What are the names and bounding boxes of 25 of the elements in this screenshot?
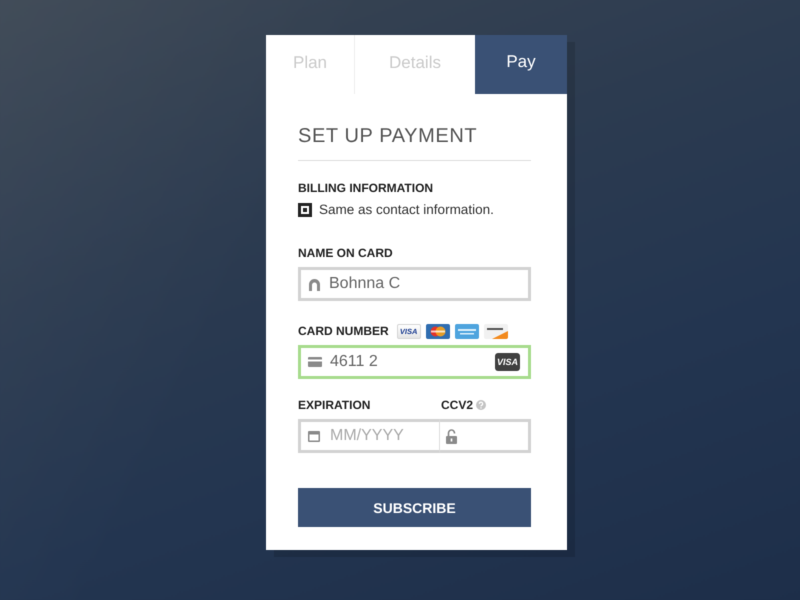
card-type-badge: VISA: [495, 353, 520, 371]
name-value: Bohnna C: [329, 275, 400, 293]
billing-label: BILLING INFORMATION: [298, 180, 434, 196]
card-number-input-field[interactable]: 4611 2 VISA: [298, 345, 531, 379]
ccv-label: CCV2: [441, 397, 474, 413]
name-input-field[interactable]: Bohnna C: [298, 267, 531, 301]
card-number-label: CARD NUMBER: [298, 323, 389, 339]
padlock-icon: [446, 428, 457, 444]
card-logo-icon: [454, 324, 479, 338]
calendar-icon: [308, 430, 320, 442]
name-label: NAME ON CARD: [298, 245, 394, 261]
step-tab[interactable]: Pay: [475, 35, 567, 94]
checkbox-label: Same as contact information.: [319, 202, 494, 217]
expiration-placeholder: MM/YYYY: [330, 427, 404, 445]
ccv-input-field[interactable]: [440, 419, 531, 453]
user-icon: [308, 278, 321, 290]
checkbox[interactable]: [298, 202, 312, 216]
subscribe-button[interactable]: SUBSCRIBE: [298, 488, 531, 527]
card-logo-icon: [426, 324, 450, 338]
card-logo-icon: [484, 324, 508, 338]
card-number-value: 4611 2: [330, 353, 378, 371]
help-icon[interactable]: [476, 400, 486, 410]
expiration-label: EXPIRATION: [298, 397, 372, 413]
form-title: SET UP PAYMENT: [298, 124, 478, 148]
credit-card-icon: [308, 357, 322, 367]
